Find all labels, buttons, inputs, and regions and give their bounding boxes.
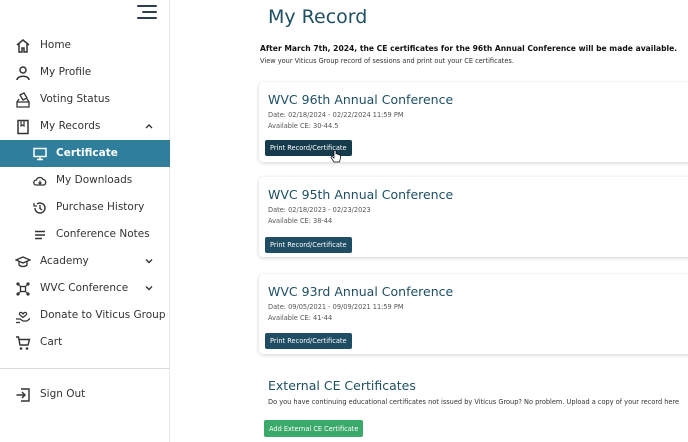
sidebar-item-label: Donate to Viticus Group [40, 309, 166, 321]
vote-icon [14, 91, 32, 109]
mouse-pointer-icon [330, 150, 341, 163]
person-icon [14, 64, 32, 82]
sidebar-item-academy[interactable]: Academy [0, 248, 170, 275]
monitor-icon [31, 145, 49, 163]
conference-card: WVC 95th Annual Conference Date: 02/18/2… [259, 177, 688, 257]
sidebar-item-label: Voting Status [40, 93, 110, 105]
sidebar-item-label: WVC Conference [40, 282, 129, 294]
conference-card: WVC 96th Annual Conference Date: 02/18/2… [259, 82, 688, 162]
card-title: WVC 95th Annual Conference [268, 187, 454, 202]
sidebar-divider [0, 368, 170, 369]
card-date: Date: 02/18/2024 - 02/22/2024 11:59 PM [268, 111, 404, 119]
subnotice-text: View your Viticus Group record of sessio… [260, 57, 514, 65]
book-icon [14, 118, 32, 136]
print-record-button[interactable]: Print Record/Certificate [265, 333, 352, 349]
sidebar-item-certificate[interactable]: Certificate [0, 140, 170, 167]
card-title: WVC 93rd Annual Conference [268, 284, 454, 299]
external-ce-text: Do you have continuing educational certi… [268, 398, 680, 406]
sidebar-item-sign-out[interactable]: Sign Out [0, 381, 170, 408]
graduation-cap-icon [14, 253, 32, 271]
sidebar-item-voting-status[interactable]: Voting Status [0, 86, 170, 113]
sidebar-item-my-records[interactable]: My Records [0, 113, 170, 140]
sidebar-item-donate[interactable]: Donate to Viticus Group [0, 302, 170, 329]
card-title: WVC 96th Annual Conference [268, 92, 454, 107]
sidebar-item-home[interactable]: Home [0, 32, 170, 59]
cart-icon [14, 334, 32, 352]
sidebar-item-wvc-conference[interactable]: WVC Conference [0, 275, 170, 302]
donate-icon [14, 307, 32, 325]
notice-text: After March 7th, 2024, the CE certificat… [260, 44, 678, 53]
sidebar-item-label: My Downloads [56, 174, 133, 186]
conference-card: WVC 93rd Annual Conference Date: 09/05/2… [259, 274, 688, 354]
print-record-button[interactable]: Print Record/Certificate [265, 237, 352, 253]
sidebar-item-cart[interactable]: Cart [0, 329, 170, 356]
sign-out-icon [14, 386, 32, 404]
page-title: My Record [268, 6, 368, 28]
add-external-ce-button[interactable]: Add External CE Certificate [264, 420, 364, 437]
sign-out-button[interactable]: Sign Out [0, 381, 170, 408]
sign-out-label: Sign Out [40, 388, 86, 400]
card-ce: Available CE: 41-44 [268, 314, 333, 322]
sidebar-nav: Home My Profile Voting Status My Records [0, 32, 170, 356]
card-ce: Available CE: 38-44 [268, 217, 333, 225]
sidebar-item-conference-notes[interactable]: Conference Notes [0, 221, 170, 248]
sidebar-item-label: Purchase History [56, 201, 145, 213]
card-ce: Available CE: 30-44.5 [268, 122, 339, 130]
sidebar-item-my-profile[interactable]: My Profile [0, 59, 170, 86]
hamburger-menu-icon[interactable] [137, 5, 157, 19]
home-icon [14, 37, 32, 55]
chevron-up-icon[interactable] [144, 121, 154, 131]
sidebar-item-my-downloads[interactable]: My Downloads [0, 167, 170, 194]
notes-icon [31, 226, 49, 244]
sidebar-item-label: My Records [40, 120, 101, 132]
sidebar-item-label: Conference Notes [56, 228, 150, 240]
sidebar-item-label: Certificate [56, 147, 118, 159]
card-date: Date: 02/18/2023 - 02/23/2023 [268, 206, 371, 214]
sidebar-item-purchase-history[interactable]: Purchase History [0, 194, 170, 221]
external-ce-title: External CE Certificates [268, 378, 416, 393]
sidebar-item-label: Home [40, 39, 72, 51]
sidebar: Home My Profile Voting Status My Records [0, 0, 170, 442]
sidebar-item-label: My Profile [40, 66, 92, 78]
main-content: My Record After March 7th, 2024, the CE … [170, 0, 688, 442]
chevron-down-icon[interactable] [144, 256, 154, 266]
history-icon [31, 199, 49, 217]
chevron-down-icon[interactable] [144, 283, 154, 293]
card-date: Date: 09/05/2021 - 09/09/2021 11:59 PM [268, 303, 404, 311]
network-icon [14, 280, 32, 298]
cloud-download-icon [31, 172, 49, 190]
sidebar-item-label: Cart [40, 336, 63, 348]
sidebar-item-label: Academy [40, 255, 89, 267]
